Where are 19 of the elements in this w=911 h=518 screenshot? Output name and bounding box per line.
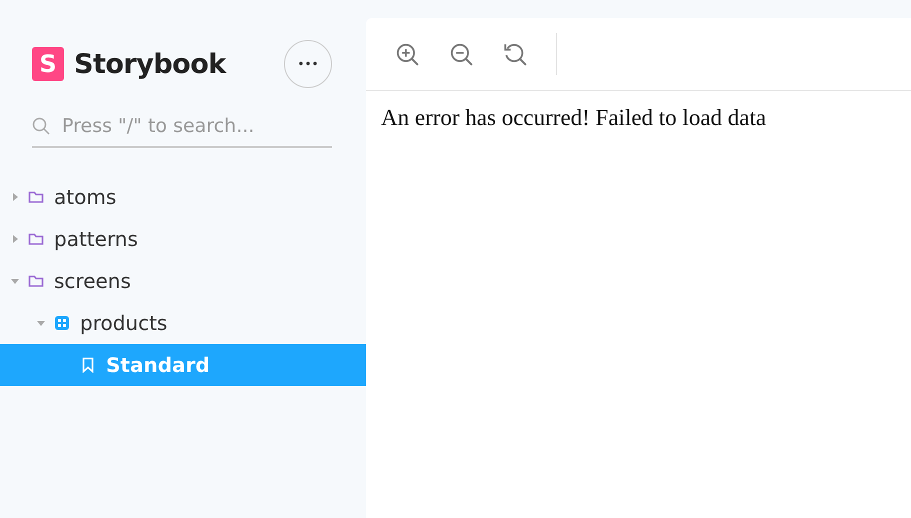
tree-item[interactable]: atoms xyxy=(0,176,366,218)
tree-item[interactable]: patterns xyxy=(0,218,366,260)
folder-icon xyxy=(28,273,44,289)
tree-item[interactable]: products xyxy=(0,302,366,344)
caret-right-icon[interactable] xyxy=(10,192,20,202)
tree-item[interactable]: screens xyxy=(0,260,366,302)
grid-icon xyxy=(54,315,70,331)
folder-icon xyxy=(28,231,44,247)
search-field[interactable]: Press "/" to search... xyxy=(60,114,332,138)
caret-right-icon[interactable] xyxy=(10,234,20,244)
logo-icon: S xyxy=(32,47,64,81)
folder-icon xyxy=(28,189,44,205)
bookmark-icon xyxy=(80,357,96,373)
menu-button[interactable]: ••• xyxy=(284,40,332,88)
caret-down-icon[interactable] xyxy=(10,276,20,286)
brand-name: Storybook xyxy=(74,48,228,80)
search-icon xyxy=(32,117,50,135)
error-message: An error has occurred! Failed to load data xyxy=(380,104,768,131)
caret-down-icon[interactable] xyxy=(36,318,46,328)
